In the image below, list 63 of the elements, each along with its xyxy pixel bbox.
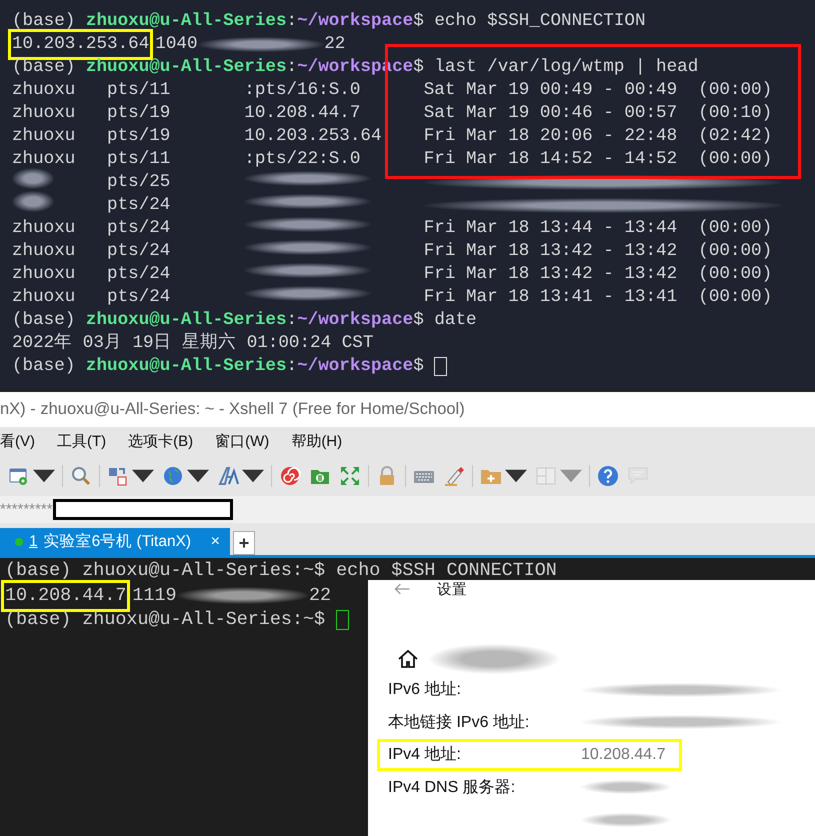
terminal-name: pts/24 <box>107 241 170 261</box>
terminal-name: pts/19 <box>107 126 170 146</box>
command-text: echo $SSH CONNECTION <box>336 559 557 582</box>
shell-prompt: (base) zhuoxu@u-All-Series:~$ <box>5 559 326 583</box>
terminal-name: pts/24 <box>107 287 170 307</box>
home-icon <box>397 648 419 670</box>
blurred-text <box>12 190 54 212</box>
terminal-name: pts/11 <box>107 80 170 100</box>
shell-prompt: (base) zhuoxu@u-All-Series:~/workspace$ <box>12 309 425 332</box>
settings-title: 设置 <box>437 581 467 600</box>
login-time: Sat Mar 19 00:46 - 00:57 (00:10) <box>424 102 772 125</box>
login-source: 10.208.44.7 <box>244 103 360 123</box>
field-value: 10.208.44.7 <box>581 746 666 764</box>
login-source: :pts/16:S.0 <box>244 80 360 100</box>
login-user: zhuoxu <box>12 80 76 100</box>
output-text: 1119 <box>132 584 177 608</box>
login-time: Fri Mar 18 14:52 - 14:52 (00:00) <box>424 148 772 171</box>
field-label: 本地链接 IPv6 地址: <box>388 714 530 731</box>
login-user: zhuoxu <box>12 287 76 307</box>
output-text: 2022年 03月 19日 星期六 01:00:24 CST <box>12 332 374 355</box>
terminal-name: pts/24 <box>107 195 170 215</box>
login-time: Fri Mar 18 13:42 - 13:42 (00:00) <box>424 263 772 286</box>
shell-prompt: (base) zhuoxu@u-All-Series:~$ <box>5 608 326 632</box>
back-arrow-icon <box>393 582 411 596</box>
login-time: Fri Mar 18 13:44 - 13:44 (00:00) <box>424 217 772 240</box>
terminal-name: pts/24 <box>107 264 170 284</box>
menu-item[interactable]: 看(V) <box>0 432 47 451</box>
terminal-name: pts/25 <box>107 172 170 192</box>
login-time: Fri Mar 18 20:06 - 22:48 (02:42) <box>424 125 772 148</box>
shell-prompt: (base) zhuoxu@u-All-Series:~/workspace$ <box>12 10 425 33</box>
blurred-text <box>12 168 54 190</box>
login-time: Fri Mar 18 13:41 - 13:41 (00:00) <box>424 286 772 309</box>
login-user: zhuoxu <box>12 126 76 146</box>
command-text: date <box>434 309 477 332</box>
new-tab-button[interactable]: + <box>233 531 255 555</box>
command-text: last /var/log/wtmp | head <box>434 56 698 79</box>
terminal-name: pts/11 <box>107 149 170 169</box>
menu-item[interactable]: 工具(T) <box>57 432 118 451</box>
field-label: IPv6 地址: <box>388 681 461 698</box>
terminal-name: pts/19 <box>107 103 170 123</box>
session-tab[interactable]: 1 实验室6号机 (TitanX) × <box>0 528 230 555</box>
menu-item[interactable]: 选项卡(B) <box>128 432 206 451</box>
close-tab-button[interactable]: × <box>208 532 222 550</box>
output-text: 1040 <box>155 33 198 56</box>
login-time: Fri Mar 18 13:42 - 13:42 (00:00) <box>424 240 772 263</box>
login-time: Sat Mar 19 00:49 - 00:49 (00:00) <box>424 79 772 102</box>
login-user: zhuoxu <box>12 103 76 123</box>
address-text: ********* <box>0 501 53 518</box>
login-source: 10.203.253.64 <box>244 126 382 146</box>
output-text: 22 <box>324 33 346 56</box>
terminal-name: pts/24 <box>107 218 170 238</box>
login-user: zhuoxu <box>12 241 76 261</box>
output-text: 22 <box>308 584 332 608</box>
field-label: IPv4 DNS 服务器: <box>388 778 516 796</box>
login-user: zhuoxu <box>12 218 76 238</box>
login-user: zhuoxu <box>12 149 76 169</box>
login-source: :pts/22:S.0 <box>244 149 360 169</box>
shell-prompt: (base) zhuoxu@u-All-Series:~/workspace$ <box>12 355 425 378</box>
field-label: IPv4 地址: <box>388 746 461 764</box>
menu-item[interactable]: 帮助(H) <box>291 432 354 451</box>
command-text: echo $SSH_CONNECTION <box>434 10 646 33</box>
menu-item[interactable]: 窗口(W) <box>215 432 282 451</box>
login-user: zhuoxu <box>12 264 76 284</box>
